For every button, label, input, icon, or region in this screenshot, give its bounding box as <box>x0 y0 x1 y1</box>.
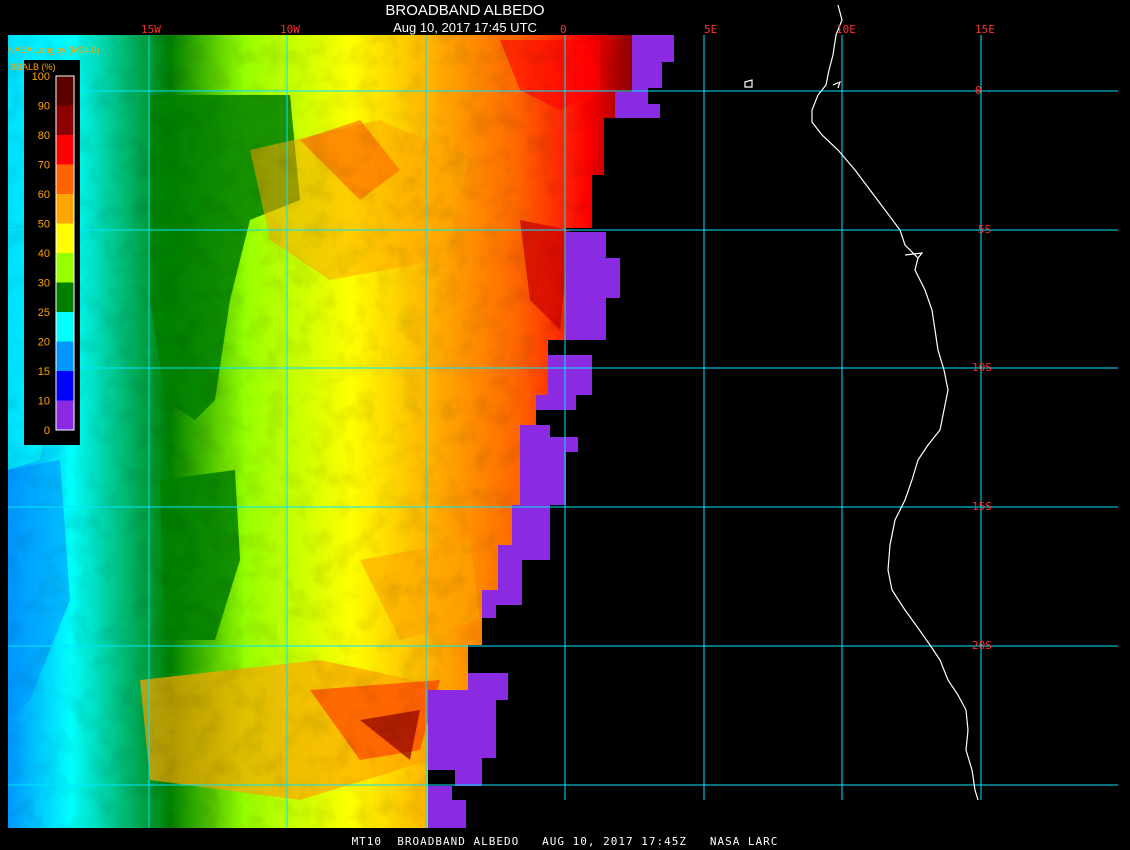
colorbar-swatch <box>56 253 74 283</box>
page-title: BROADBAND ALBEDO <box>385 2 545 19</box>
colorbar-swatch <box>56 371 74 401</box>
lat-label: 15S <box>972 500 992 513</box>
credit-label: NASA Langley (M04.0) <box>8 45 100 55</box>
colorbar-swatch <box>56 282 74 313</box>
page-subtitle: Aug 10, 2017 17:45 UTC <box>393 20 537 35</box>
colorbar: 10090807060504030252015100 <box>24 60 80 445</box>
colorbar-tick-label: 30 <box>38 278 50 290</box>
lon-label: 15E <box>975 23 995 36</box>
colorbar-tick-label: 50 <box>38 219 50 231</box>
latitude-labels: 0 5S 10S 15S 20S <box>972 84 992 652</box>
colorbar-tick-label: 25 <box>38 307 50 319</box>
colorbar-tick-label: 70 <box>38 160 50 172</box>
footer-caption: MT10 BROADBAND ALBEDO AUG 10, 2017 17:45… <box>351 835 779 848</box>
colorbar-swatch <box>56 105 74 136</box>
albedo-map: 15W 10W 0 5E 10E 15E 0 5S 10S 15S 20S 10… <box>8 4 1118 828</box>
colorbar-swatch <box>56 400 74 431</box>
colorbar-swatch <box>56 194 74 224</box>
colorbar-tick-label: 80 <box>38 130 50 142</box>
colorbar-swatch <box>56 76 74 106</box>
colorbar-tick-label: 60 <box>38 189 50 201</box>
colorbar-tick-label: 20 <box>38 337 50 349</box>
colorbar-tick-label: 0 <box>44 425 50 437</box>
colorbar-tick-label: 40 <box>38 248 50 260</box>
colorbar-tick-label: 10 <box>38 396 50 408</box>
lat-label: 0 <box>975 84 982 97</box>
colorbar-swatch <box>56 164 74 195</box>
colorbar-tick-label: 100 <box>32 71 50 83</box>
colorbar-swatch <box>56 341 74 372</box>
colorbar-swatch <box>56 312 74 342</box>
colorbar-tick-label: 15 <box>38 366 50 378</box>
coastline <box>744 4 979 801</box>
lat-label: 20S <box>972 639 992 652</box>
lat-label: 10S <box>972 361 992 374</box>
colorbar-swatch <box>56 135 74 165</box>
lat-label: 5S <box>978 223 991 236</box>
colorbar-swatch <box>56 223 74 254</box>
colorbar-tick-label: 90 <box>38 101 50 113</box>
colorbar-title: BBALB (%) <box>10 62 56 72</box>
